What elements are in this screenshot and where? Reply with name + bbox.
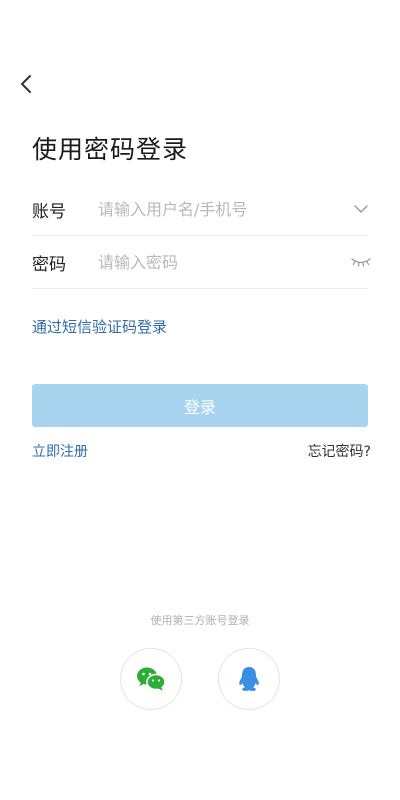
wechat-icon — [137, 667, 166, 691]
eye-closed-icon — [351, 258, 371, 267]
back-button[interactable] — [14, 72, 38, 96]
login-button[interactable]: 登录 — [32, 384, 368, 427]
chevron-left-icon — [21, 75, 31, 93]
forgot-password-link[interactable]: 忘记密码? — [308, 441, 371, 461]
account-row: 账号 — [32, 183, 368, 236]
qq-icon — [239, 667, 259, 691]
account-label: 账号 — [32, 201, 66, 222]
toggle-password-visibility-button[interactable] — [348, 249, 374, 275]
qq-login-button[interactable] — [218, 648, 280, 710]
password-input[interactable] — [98, 252, 348, 272]
sms-login-link[interactable]: 通过短信验证码登录 — [32, 316, 167, 337]
account-dropdown-button[interactable] — [348, 196, 374, 222]
third-party-login-label: 使用第三方账号登录 — [150, 614, 250, 627]
account-input[interactable] — [98, 199, 348, 219]
wechat-login-button[interactable] — [120, 648, 182, 710]
password-label: 密码 — [32, 254, 66, 275]
register-link[interactable]: 立即注册 — [32, 441, 88, 461]
chevron-down-icon — [354, 205, 368, 213]
password-row: 密码 — [32, 236, 371, 289]
page-title: 使用密码登录 — [32, 135, 189, 164]
